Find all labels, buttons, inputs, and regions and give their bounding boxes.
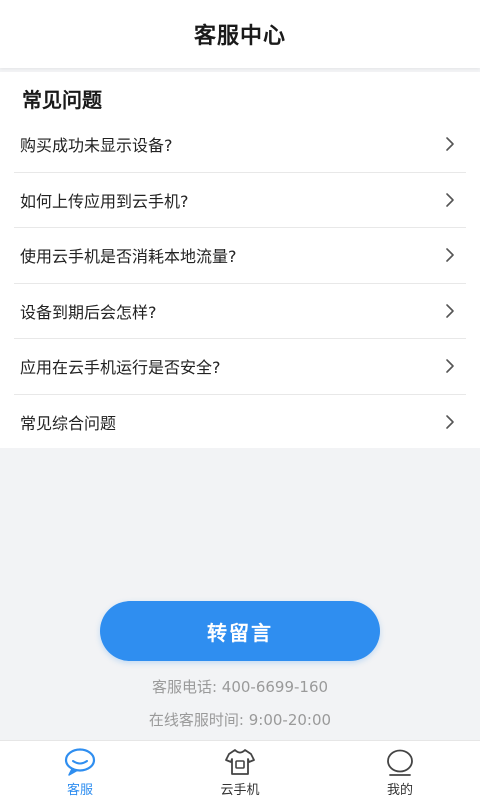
bottom-tab-bar: 客服 云手机 我的 [0,740,480,800]
leave-message-button[interactable]: 转留言 [100,601,380,661]
chevron-right-icon [446,137,454,152]
page-title: 客服中心 [193,24,286,49]
faq-section: 常见问题 购买成功未显示设备? 如何上传应用到云手机? 使用云手机是否消耗本地流… [0,72,480,448]
faq-item-app-safety[interactable]: 应用在云手机运行是否安全? [14,339,466,395]
tab-label: 我的 [386,783,413,798]
faq-item-device-not-shown[interactable]: 购买成功未显示设备? [14,117,466,173]
faq-item-data-usage[interactable]: 使用云手机是否消耗本地流量? [14,228,466,284]
tab-customer-service[interactable]: 客服 [0,741,160,800]
faq-item-label: 常见综合问题 [20,414,117,434]
faq-item-general[interactable]: 常见综合问题 [14,395,466,451]
faq-item-label: 如何上传应用到云手机? [20,191,189,211]
faq-item-label: 设备到期后会怎样? [20,302,157,322]
tshirt-icon [225,749,255,775]
faq-item-upload-app[interactable]: 如何上传应用到云手机? [14,173,466,228]
user-circle-icon [387,749,413,776]
chat-bubble-icon [64,748,96,776]
tab-label: 客服 [66,783,93,798]
chevron-right-icon [446,248,454,263]
faq-item-label: 使用云手机是否消耗本地流量? [20,247,237,267]
customer-service-phone: 客服电话: 400-6699-160 [151,678,329,696]
app-header: 客服中心 [0,0,480,68]
tab-label: 云手机 [220,783,260,798]
faq-item-device-expiry[interactable]: 设备到期后会怎样? [14,284,466,339]
tab-cloud-phone[interactable]: 云手机 [160,741,320,800]
tab-mine[interactable]: 我的 [320,741,480,800]
chevron-right-icon [446,192,454,207]
faq-list: 购买成功未显示设备? 如何上传应用到云手机? 使用云手机是否消耗本地流量? 设备… [0,117,480,450]
chevron-right-icon [446,415,454,430]
chevron-right-icon [446,359,454,374]
online-service-hours: 在线客服时间: 9:00-20:00 [148,711,332,729]
faq-section-title: 常见问题 [22,88,102,112]
faq-item-label: 购买成功未显示设备? [20,136,173,156]
faq-item-label: 应用在云手机运行是否安全? [20,358,221,378]
chevron-right-icon [446,303,454,318]
